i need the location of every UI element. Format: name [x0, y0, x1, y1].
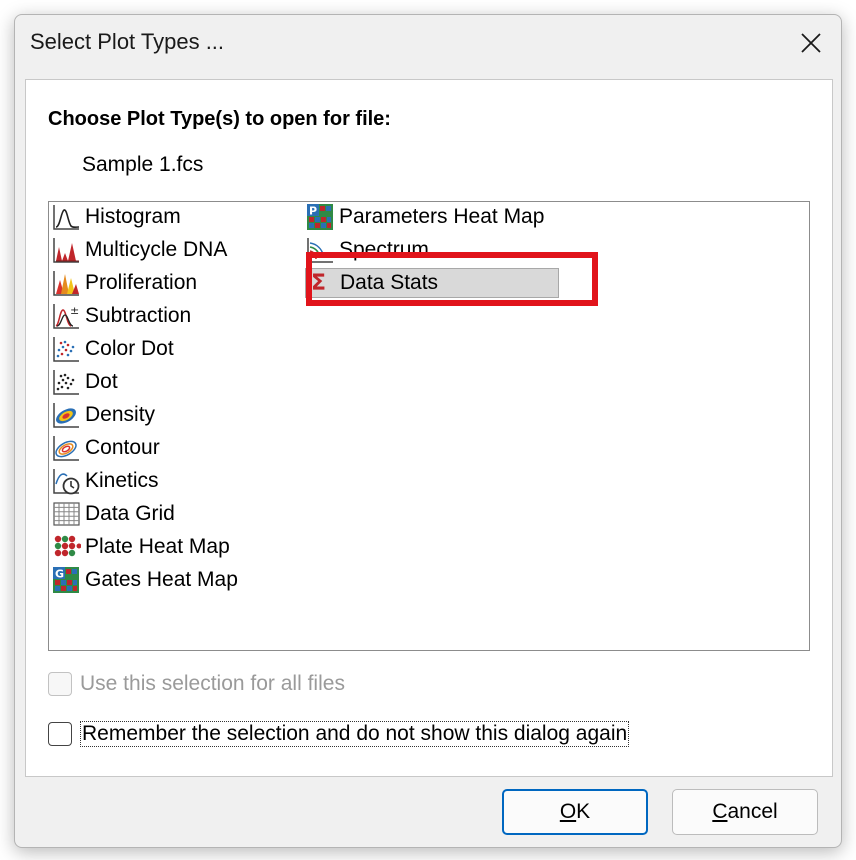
cancel-mnemonic: C: [712, 800, 728, 823]
select-plot-types-dialog: Select Plot Types ... Choose Plot Type(s…: [14, 14, 842, 848]
svg-text:P: P: [309, 205, 317, 218]
close-button[interactable]: [781, 15, 841, 71]
remember-selection-option[interactable]: Remember the selection and do not show t…: [48, 721, 630, 747]
list-item-label: Kinetics: [85, 469, 159, 492]
remember-label: Remember the selection and do not show t…: [80, 721, 630, 747]
list-item-label: Density: [85, 403, 156, 426]
multicycle-dna-icon: [51, 235, 81, 265]
dot-icon: [51, 367, 81, 397]
data-grid-icon: [51, 499, 81, 529]
ok-label-rest: K: [576, 800, 591, 823]
list-item-label: Plate Heat Map: [85, 535, 230, 558]
list-item-contour[interactable]: Contour: [51, 433, 160, 463]
cancel-button[interactable]: Cancel: [672, 789, 818, 835]
list-item-label: Multicycle DNA: [85, 238, 228, 261]
list-item-spectrum[interactable]: Spectrum: [305, 235, 429, 265]
svg-text:G: G: [55, 568, 64, 581]
kinetics-icon: [51, 466, 81, 496]
content-panel: Choose Plot Type(s) to open for file: Sa…: [25, 79, 833, 777]
plate-heat-map-icon: [51, 532, 81, 562]
cancel-label-rest: ancel: [727, 800, 778, 823]
subtraction-icon: ±: [51, 301, 81, 331]
list-item-label: Data Grid: [85, 502, 175, 525]
parameters-heat-map-icon: P: [305, 202, 335, 232]
spectrum-icon: [305, 235, 335, 265]
dialog-heading: Choose Plot Type(s) to open for file:: [48, 108, 391, 130]
list-item-label: Histogram: [85, 205, 181, 228]
list-item-parameters-heat-map[interactable]: P Parameters Heat Map: [305, 202, 544, 232]
plot-type-list[interactable]: Histogram Multicycle DNA Proliferation ±…: [48, 201, 810, 651]
list-item-density[interactable]: Density: [51, 400, 155, 430]
list-item-data-grid[interactable]: Data Grid: [51, 499, 175, 529]
color-dot-icon: [51, 334, 81, 364]
list-item-label: Gates Heat Map: [85, 568, 238, 591]
list-item-label: Spectrum: [339, 238, 429, 261]
ok-button[interactable]: OK: [502, 789, 648, 835]
list-item-subtraction[interactable]: ± Subtraction: [51, 301, 191, 331]
list-item-color-dot[interactable]: Color Dot: [51, 334, 174, 364]
use-selection-for-all-files-option[interactable]: Use this selection for all files: [48, 672, 345, 696]
sigma-icon: Σ: [306, 268, 336, 298]
list-item-label: Data Stats: [340, 271, 439, 294]
list-item-label: Subtraction: [85, 304, 192, 327]
gates-heat-map-icon: G: [51, 565, 81, 595]
dialog-title: Select Plot Types ...: [30, 29, 225, 54]
list-item-gates-heat-map[interactable]: G Gates Heat Map: [51, 565, 238, 595]
contour-icon: [51, 433, 81, 463]
use-for-all-label: Use this selection for all files: [80, 672, 345, 695]
list-item-label: Proliferation: [85, 271, 198, 294]
proliferation-icon: [51, 268, 81, 298]
list-item-label: Contour: [85, 436, 160, 459]
list-item-kinetics[interactable]: Kinetics: [51, 466, 159, 496]
list-item-dot[interactable]: Dot: [51, 367, 118, 397]
ok-mnemonic: O: [559, 800, 577, 823]
svg-text:Σ: Σ: [311, 271, 326, 296]
list-item-label: Dot: [85, 370, 118, 393]
list-item-label: Parameters Heat Map: [339, 205, 545, 228]
list-item-histogram[interactable]: Histogram: [51, 202, 181, 232]
density-icon: [51, 400, 81, 430]
list-item-label: Color Dot: [85, 337, 174, 360]
title-bar: Select Plot Types ...: [15, 15, 841, 75]
list-item-data-stats[interactable]: Σ Data Stats: [305, 268, 559, 298]
list-item-plate-heat-map[interactable]: Plate Heat Map: [51, 532, 230, 562]
use-for-all-checkbox[interactable]: [48, 672, 72, 696]
remember-checkbox[interactable]: [48, 722, 72, 746]
svg-text:±: ±: [70, 304, 79, 317]
histogram-icon: [51, 202, 81, 232]
file-name: Sample 1.fcs: [82, 153, 204, 176]
list-item-proliferation[interactable]: Proliferation: [51, 268, 197, 298]
list-item-multicycle-dna[interactable]: Multicycle DNA: [51, 235, 227, 265]
close-icon: [801, 33, 821, 53]
